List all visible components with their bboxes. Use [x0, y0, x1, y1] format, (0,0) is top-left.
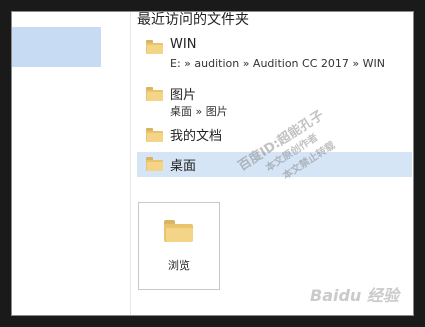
- frame-border-left: [0, 0, 11, 327]
- frame-border-top: [0, 0, 425, 11]
- frame-border-right: [414, 0, 425, 327]
- frame-border-bottom: [0, 316, 425, 327]
- inner-border: [11, 11, 414, 316]
